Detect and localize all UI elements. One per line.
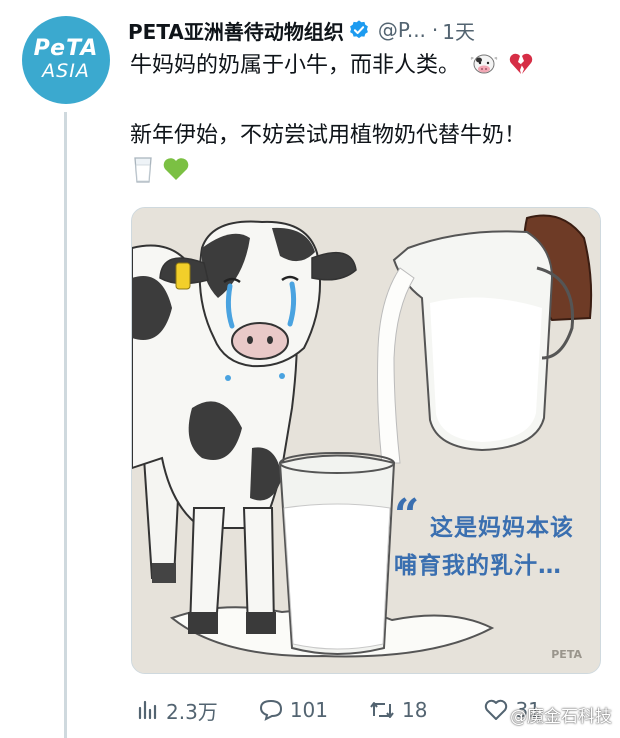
quote-mark: “ bbox=[394, 490, 420, 541]
tweet-text-line2: 新年伊始，不妨尝试用植物奶代替牛奶！ bbox=[130, 123, 527, 148]
green-heart-icon bbox=[163, 158, 189, 180]
analytics-icon bbox=[138, 700, 157, 720]
avatar-text-asia: ASIA bbox=[42, 60, 90, 82]
tweet-text-line1: 牛妈妈的奶属于小牛，而非人类。 bbox=[130, 50, 534, 82]
retweet-count: 18 bbox=[402, 698, 428, 722]
views-count: 2.3万 bbox=[166, 699, 218, 724]
tweet-header: PETA亚洲善待动物组织 @P... · 1天 bbox=[128, 14, 608, 46]
avatar-text-peta: PeTA bbox=[33, 36, 99, 61]
broken-heart-icon bbox=[509, 53, 533, 74]
milk-glass-icon bbox=[134, 157, 152, 183]
tweet-image[interactable]: “ 这是妈妈本该 哺育我的乳汁… PETA bbox=[131, 207, 601, 674]
emoji-row bbox=[132, 156, 190, 184]
reply-count: 101 bbox=[289, 698, 328, 722]
tweet-line1: 牛妈妈的奶属于小牛，而非人类。 bbox=[130, 53, 461, 78]
retweet-button[interactable]: 18 bbox=[368, 698, 427, 722]
reply-icon bbox=[259, 699, 282, 721]
retweet-icon bbox=[370, 702, 394, 718]
watermark: @魔金石科技 bbox=[510, 707, 612, 727]
views-button[interactable]: 2.3万 bbox=[136, 696, 218, 725]
account-handle[interactable]: @P... bbox=[378, 18, 426, 42]
account-name[interactable]: PETA亚洲善待动物组织 bbox=[128, 16, 344, 45]
thread-line bbox=[64, 112, 67, 738]
quote-line2: 哺育我的乳汁… bbox=[394, 553, 562, 579]
heart-outline-icon bbox=[485, 699, 508, 720]
tweet-time[interactable]: 1天 bbox=[442, 16, 475, 45]
verified-badge-icon bbox=[349, 20, 368, 39]
avatar[interactable]: PeTA ASIA bbox=[22, 16, 110, 104]
peta-logo-mark: PETA bbox=[551, 648, 582, 661]
quote-line1: 这是妈妈本该 bbox=[430, 515, 574, 541]
separator-dot: · bbox=[431, 18, 439, 42]
reply-button[interactable]: 101 bbox=[258, 698, 328, 722]
cow-face-icon bbox=[470, 54, 498, 74]
illustration bbox=[132, 208, 600, 673]
